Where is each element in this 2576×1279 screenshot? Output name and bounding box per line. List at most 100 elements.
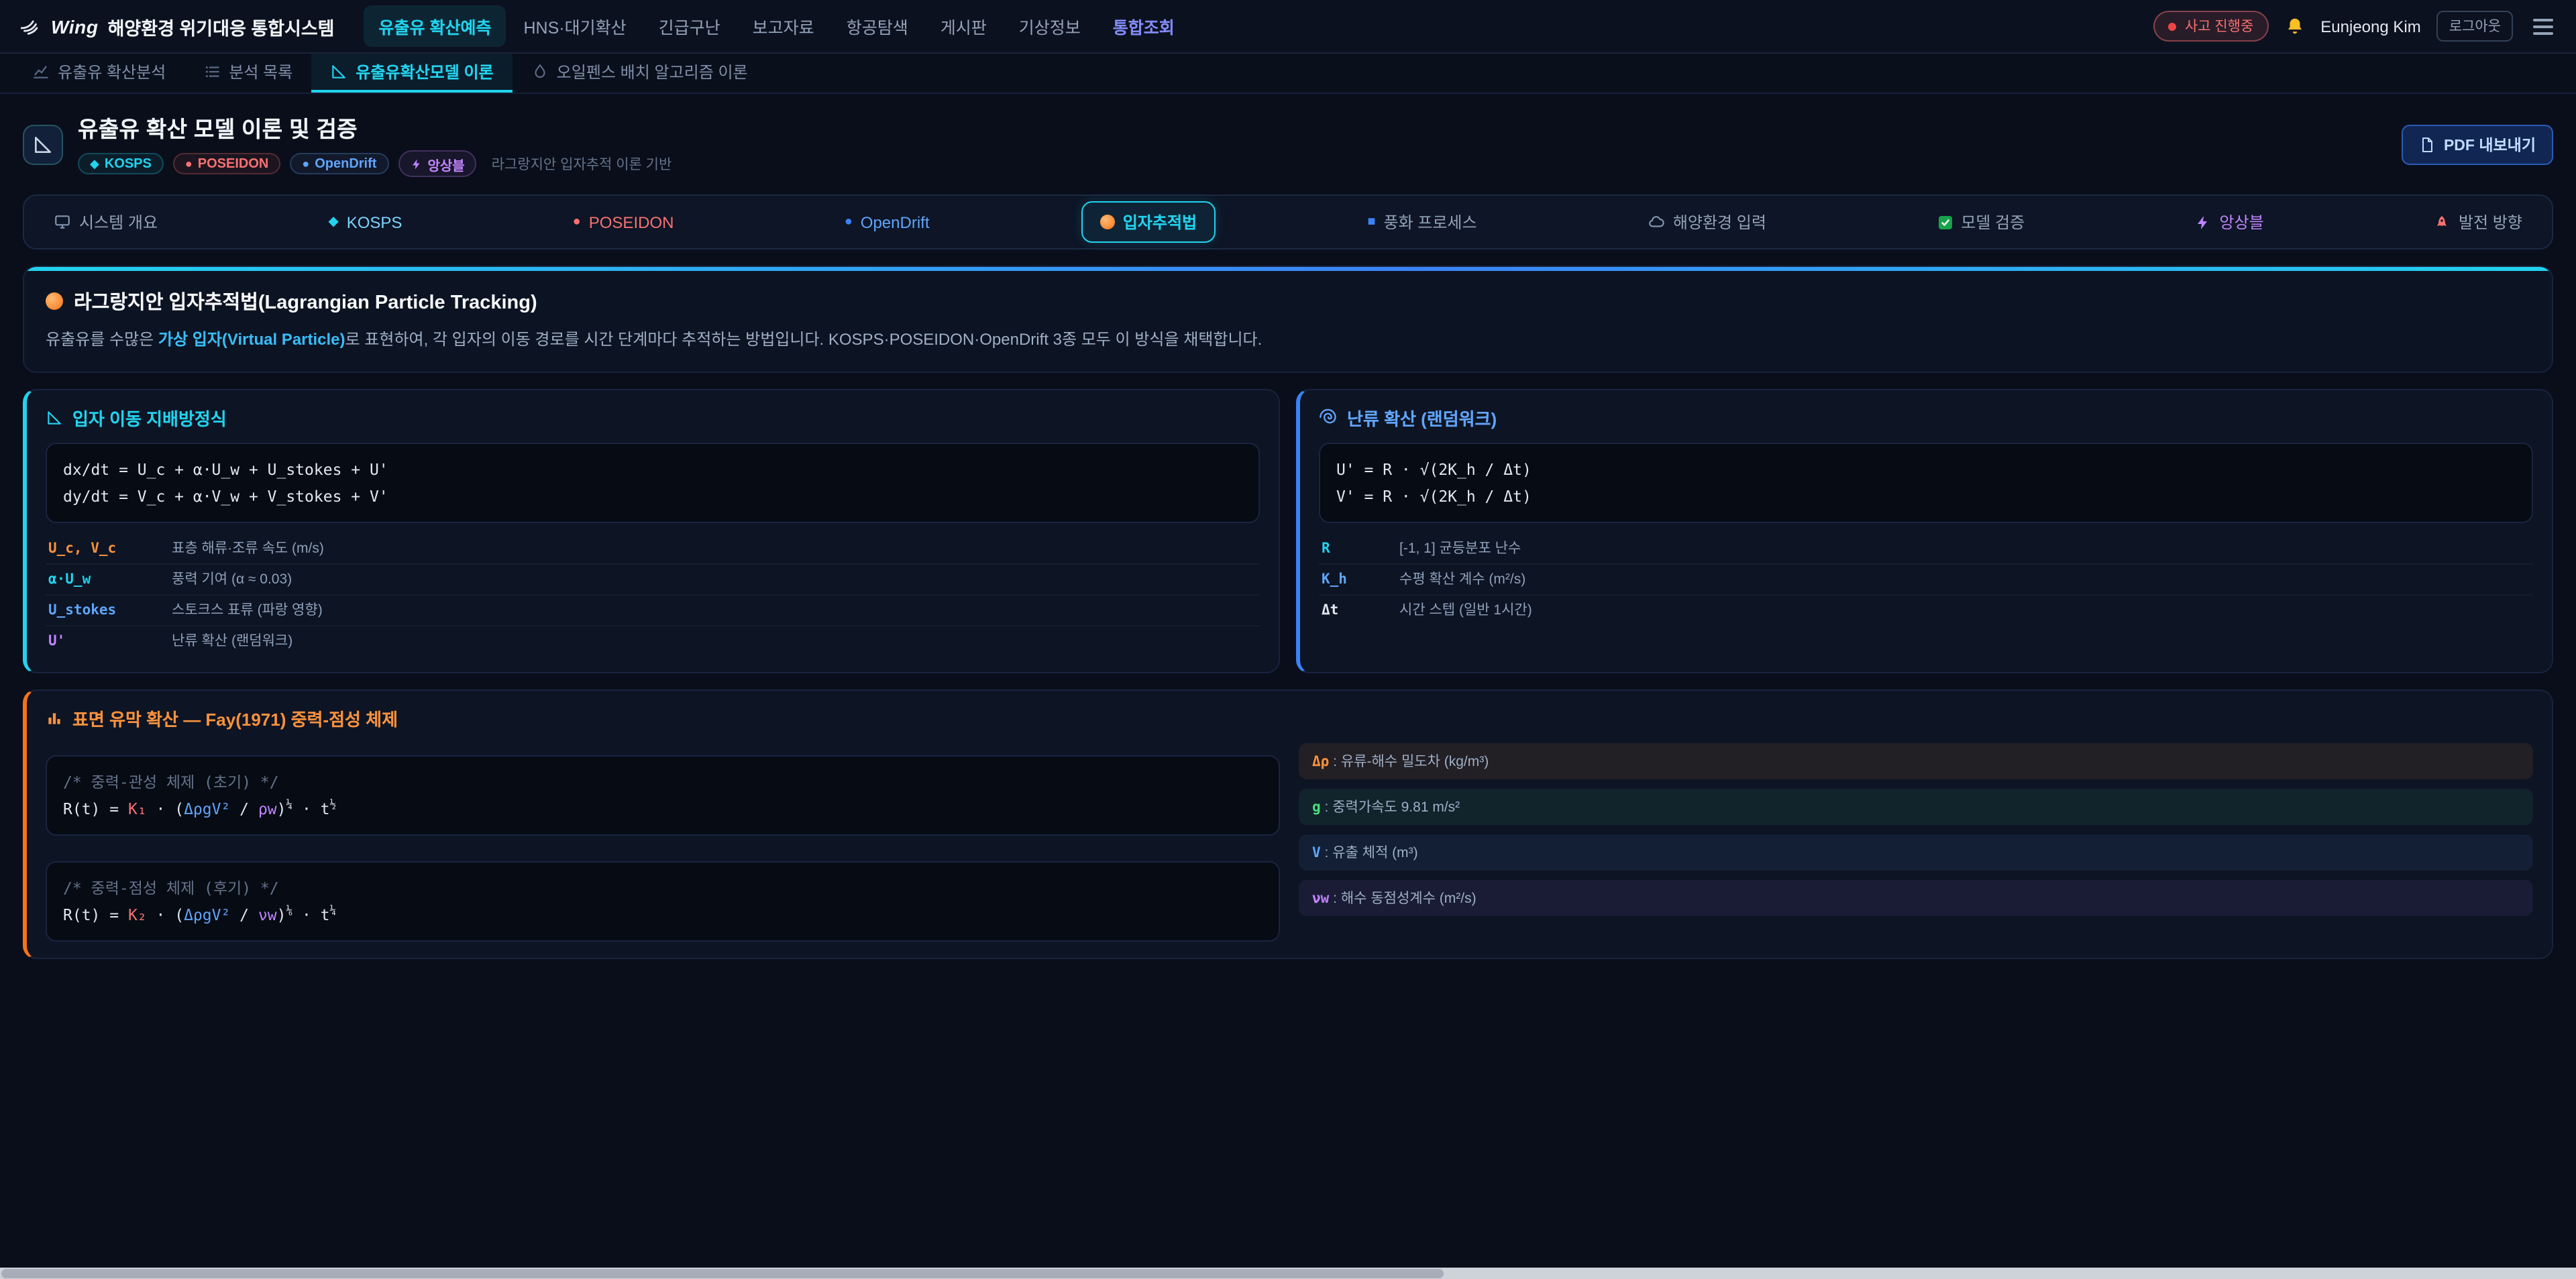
system-title: 해양환경 위기대응 통합시스템 [108, 13, 335, 40]
section-pill-weathering-process[interactable]: ■ 풍화 프로세스 [1348, 201, 1495, 243]
legend-row: V : 유출 체적 (m³) [1299, 834, 2533, 871]
governing-equation-card: 입자 이동 지배방정식 dx/dt = U_c + α·U_w + U_stok… [23, 388, 1280, 673]
logout-button[interactable]: 로그아웃 [2437, 11, 2513, 42]
lagrangian-section: 라그랑지안 입자추적법(Lagrangian Particle Tracking… [23, 266, 2553, 372]
check-square-icon [1937, 214, 1953, 230]
circle-icon: ● [573, 215, 581, 229]
section-pill-model-validation[interactable]: 모델 검증 [1918, 201, 2043, 243]
badge-poseidon: ● POSEIDON [173, 153, 280, 174]
legend-row: U_c, V_c 표층 해류·조류 속도 (m/s) [46, 534, 1260, 563]
diamond-icon: ◆ [328, 215, 338, 229]
random-walk-card-title: 난류 확산 (랜덤워크) [1319, 404, 2533, 430]
set-square-icon [330, 63, 347, 80]
brand-logo[interactable]: Wing 해양환경 위기대응 통합시스템 [19, 13, 335, 40]
section-navigation: 시스템 개요 ◆ KOSPS ● POSEIDON ● OpenDrift 입자… [23, 194, 2553, 249]
circle-icon: ● [185, 157, 193, 170]
diamond-icon: ◆ [90, 156, 99, 171]
section-pill-poseidon[interactable]: ● POSEIDON [554, 203, 693, 241]
random-walk-code: U' = R · √(2K_h / Δt) V' = R · √(2K_h / … [1319, 442, 2533, 523]
section-pill-opendrift[interactable]: ● OpenDrift [826, 203, 949, 241]
nav-item-emergency-rescue[interactable]: 긴급구난 [644, 5, 735, 47]
square-icon: ■ [1367, 215, 1375, 229]
topbar-right-controls: 사고 진행중 Eunjeong Kim 로그아웃 [2154, 11, 2557, 42]
cloud-icon [1648, 213, 1665, 231]
fay-spreading-card: 표면 유막 확산 — Fay(1971) 중력-점성 체제 /* 중력-관성 체… [23, 689, 2553, 960]
menu-icon[interactable] [2529, 14, 2557, 38]
pdf-export-button[interactable]: PDF 내보내기 [2402, 124, 2553, 164]
sub-tab-bar: 유출유 확산분석 분석 목록 유출유확산모델 이론 오일펜스 배치 알고리즘 이… [0, 54, 2576, 94]
orange-dot-icon [46, 292, 63, 310]
line-chart-icon [32, 63, 50, 80]
horizontal-scrollbar[interactable] [0, 1268, 2576, 1279]
page-header: 유출유 확산 모델 이론 및 검증 ◆ KOSPS ● POSEIDON ● O… [0, 94, 2576, 189]
incident-status-badge[interactable]: 사고 진행중 [2154, 11, 2268, 42]
tab-analysis-list[interactable]: 분석 목록 [184, 54, 311, 93]
nav-item-aerial-search[interactable]: 항공탐색 [832, 5, 923, 47]
section-pill-system-overview[interactable]: 시스템 개요 [35, 201, 176, 243]
scrollbar-thumb[interactable] [1, 1269, 1444, 1278]
section-pill-marine-environment-input[interactable]: 해양환경 입력 [1629, 201, 1785, 243]
document-icon [2420, 136, 2436, 152]
nav-item-oil-spill-prediction[interactable]: 유출유 확산예측 [364, 5, 506, 47]
legend-row: α·U_w 풍력 기여 (α ≈ 0.03) [46, 563, 1260, 594]
fay-legend-column: Δρ : 유류-해수 밀도차 (kg/m³) g : 중력가속도 9.81 m/… [1299, 743, 2533, 942]
fay-gravity-inertial-code: /* 중력-관성 체제 (초기) */ R(t) = K₁ · (ΔρgV² /… [46, 755, 1280, 836]
nav-item-integrated-search[interactable]: 통합조회 [1098, 5, 1189, 47]
fay-formula-2: R(t) = K₂ · (ΔρgV² / νw)⅙ · t¼ [63, 901, 1263, 928]
random-walk-card: 난류 확산 (랜덤워크) U' = R · √(2K_h / Δt) V' = … [1296, 388, 2553, 673]
governing-legend: U_c, V_c 표층 해류·조류 속도 (m/s) α·U_w 풍력 기여 (… [46, 534, 1260, 656]
section-pill-kosps[interactable]: ◆ KOSPS [309, 203, 421, 241]
bolt-icon [2195, 214, 2211, 230]
page-subtitle: 라그랑지안 입자추적 이론 기반 [492, 154, 672, 174]
legend-row: R [-1, 1] 균등분포 난수 [1319, 534, 2533, 563]
virtual-particle-highlight: 가상 입자(Virtual Particle) [158, 330, 345, 349]
lagrangian-description: 유출유를 수많은 가상 입자(Virtual Particle)로 표현하여, … [46, 327, 2530, 352]
legend-row: Δρ : 유류-해수 밀도차 (kg/m³) [1299, 743, 2533, 779]
fay-card-title: 표면 유막 확산 — Fay(1971) 중력-점성 체제 [46, 706, 2533, 731]
legend-row: νw : 해수 동점성계수 (m²/s) [1299, 880, 2533, 916]
lagrangian-section-title: 라그랑지안 입자추적법(Lagrangian Particle Tracking… [46, 287, 2530, 315]
nav-item-hns-atmospheric[interactable]: HNS·대기확산 [509, 5, 641, 47]
legend-row: Δt 시간 스텝 (일반 1시간) [1319, 594, 2533, 625]
section-pill-ensemble[interactable]: 앙상블 [2176, 201, 2282, 243]
equation-cards-row: 입자 이동 지배방정식 dx/dt = U_c + α·U_w + U_stok… [23, 388, 2553, 673]
nav-item-weather-info[interactable]: 기상정보 [1004, 5, 1095, 47]
wing-logo-icon [19, 15, 42, 38]
bolt-icon [410, 158, 422, 170]
page-icon [23, 124, 63, 164]
fay-gravity-viscous-code: /* 중력-점성 체제 (후기) */ R(t) = K₂ · (ΔρgV² /… [46, 861, 1280, 942]
fay-formula-column: /* 중력-관성 체제 (초기) */ R(t) = K₁ · (ΔρgV² /… [46, 743, 1280, 942]
circle-icon: ● [302, 157, 309, 170]
monitor-icon [54, 213, 71, 231]
badge-opendrift: ● OpenDrift [290, 153, 388, 174]
legend-row: U_stokes 스토크스 표류 (파랑 영향) [46, 594, 1260, 625]
fay-formula-1: R(t) = K₁ · (ΔρgV² / ρw)¼ · t½ [63, 795, 1263, 822]
badge-ensemble: 앙상블 [398, 150, 476, 177]
model-badge-row: ◆ KOSPS ● POSEIDON ● OpenDrift 앙상블 [78, 150, 672, 177]
list-icon [203, 63, 221, 80]
tab-spill-analysis[interactable]: 유출유 확산분석 [13, 54, 184, 93]
droplet-icon [531, 63, 549, 80]
incident-dot-icon [2169, 22, 2177, 30]
random-walk-legend: R [-1, 1] 균등분포 난수 K_h 수평 확산 계수 (m²/s) Δt… [1319, 534, 2533, 625]
governing-equation-code: dx/dt = U_c + α·U_w + U_stokes + U' dy/d… [46, 442, 1260, 523]
top-navigation-bar: Wing 해양환경 위기대응 통합시스템 유출유 확산예측 HNS·대기확산 긴… [0, 0, 2576, 54]
notification-bell-icon[interactable] [2284, 16, 2304, 36]
legend-row: U' 난류 확산 (랜덤워크) [46, 625, 1260, 656]
circle-icon: ● [845, 215, 853, 229]
bar-chart-icon [46, 710, 63, 727]
incident-badge-label: 사고 진행중 [2185, 16, 2253, 36]
section-pill-particle-tracking[interactable]: 입자추적법 [1081, 201, 1216, 243]
rocket-icon [2434, 214, 2451, 230]
legend-row: K_h 수평 확산 계수 (m²/s) [1319, 563, 2533, 594]
section-pill-future-direction[interactable]: 발전 방향 [2416, 201, 2541, 243]
tab-oilfence-algorithm-theory[interactable]: 오일펜스 배치 알고리즘 이론 [513, 54, 767, 93]
tab-diffusion-model-theory[interactable]: 유출유확산모델 이론 [311, 54, 512, 93]
main-navigation: 유출유 확산예측 HNS·대기확산 긴급구난 보고자료 항공탐색 게시판 기상정… [364, 5, 1189, 47]
governing-card-title: 입자 이동 지배방정식 [46, 404, 1260, 430]
orange-dot-icon [1100, 215, 1115, 229]
spiral-icon [1319, 408, 1338, 427]
nav-item-board[interactable]: 게시판 [926, 5, 1002, 47]
set-square-icon [32, 133, 54, 155]
nav-item-reports[interactable]: 보고자료 [738, 5, 829, 47]
